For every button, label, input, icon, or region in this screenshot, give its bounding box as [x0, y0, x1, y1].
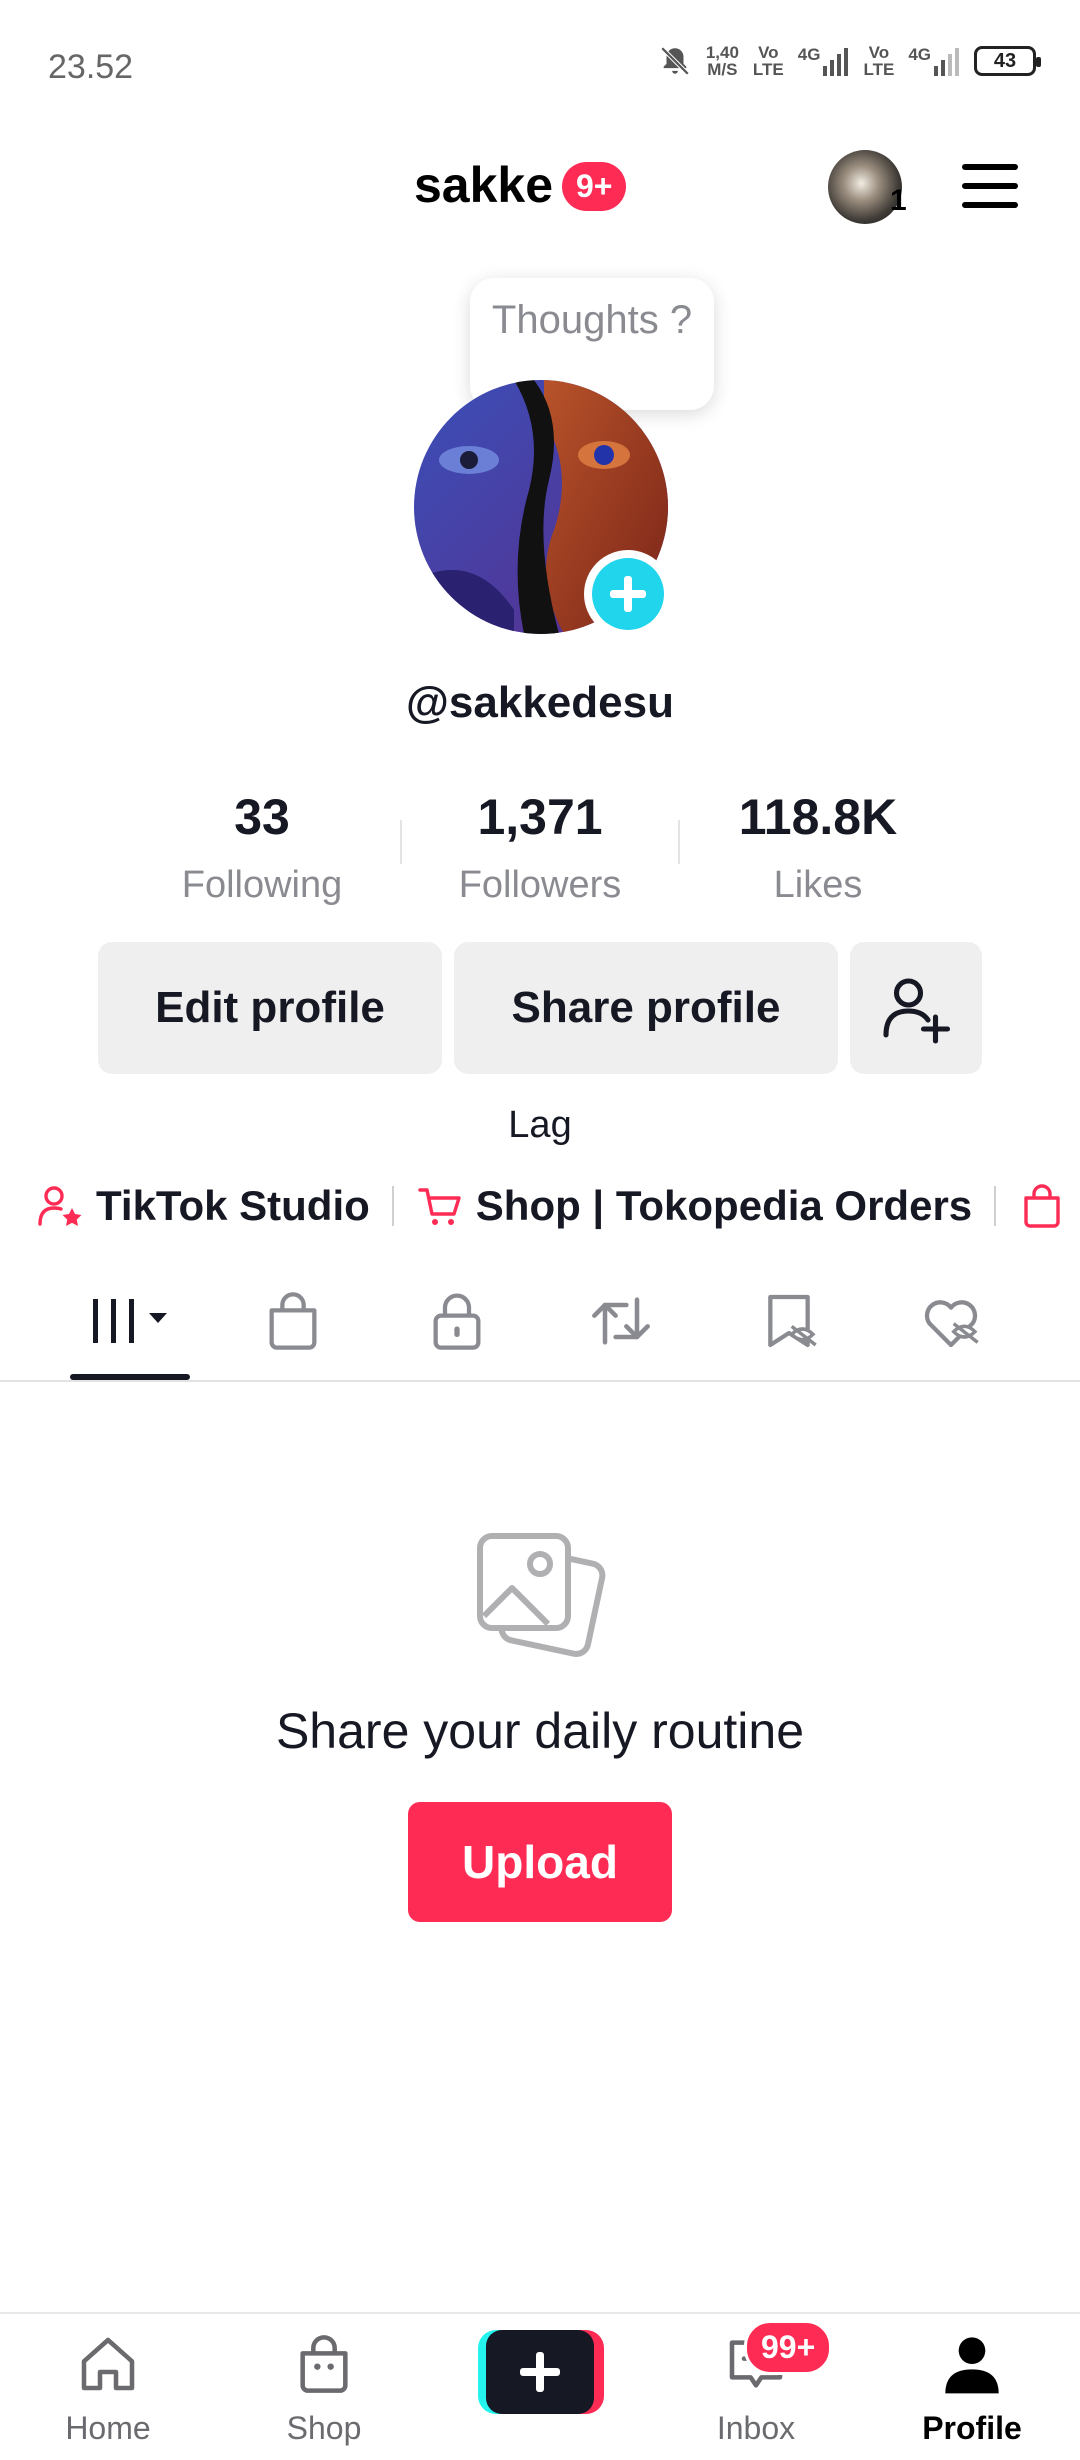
tiktok-studio-link[interactable]: TikTok Studio: [36, 1182, 370, 1230]
profile-content-tabs: [0, 1262, 1080, 1382]
videos-grid-icon: [93, 1299, 167, 1343]
add-story-button[interactable]: [584, 550, 672, 638]
stat-followers[interactable]: 1,371 Followers: [420, 788, 660, 907]
shop-bag-icon: [300, 2335, 348, 2393]
status-bar: 23.52 1,40 M/S Vo LTE 4G Vo LTE 4G 43: [0, 0, 1080, 120]
mute-notifications-icon: [660, 46, 690, 76]
share-profile-button[interactable]: Share profile: [454, 942, 838, 1074]
tab-favorites[interactable]: [724, 1262, 854, 1380]
cart-icon: [418, 1188, 461, 1225]
hidden-favorites-icon: [768, 1294, 817, 1348]
plus-icon: [592, 558, 664, 630]
tab-liked[interactable]: [886, 1262, 1016, 1380]
shop-bag-icon: [269, 1292, 317, 1350]
user-star-icon: [38, 1186, 82, 1226]
profile-links: TikTok Studio Shop | Tokopedia Orders: [36, 1176, 1066, 1236]
stat-divider: [400, 820, 402, 864]
tab-shop[interactable]: [228, 1262, 358, 1380]
photos-icon: [477, 1533, 606, 1657]
signal-2-icon: 4G: [908, 46, 960, 76]
home-icon: [81, 2337, 135, 2391]
create-button[interactable]: [478, 2330, 604, 2414]
nav-shop[interactable]: Shop: [234, 2314, 414, 2460]
battery-icon: 43: [974, 46, 1041, 76]
signal-1-icon: 4G: [798, 46, 850, 76]
network-speed: 1,40 M/S: [705, 43, 739, 79]
profile-handle: @sakkedesu: [406, 678, 674, 727]
stat-divider: [678, 820, 680, 864]
inbox-badge: 99+: [744, 2320, 833, 2375]
status-icons: 1,40 M/S Vo LTE 4G Vo LTE 4G 43: [658, 43, 1041, 79]
profile-header: sakke 9+ 1: [0, 140, 1080, 240]
status-time: 23.52: [48, 48, 134, 86]
profile-icon: [945, 2337, 999, 2394]
lock-icon: [433, 1293, 481, 1350]
profile-bio: Lag: [508, 1104, 572, 1146]
repost-icon: [592, 1297, 650, 1345]
empty-state-title: Share your daily routine: [275, 1703, 805, 1759]
upload-button[interactable]: Upload: [408, 1802, 672, 1922]
profile-stats: 33 Following 1,371 Followers 118.8K Like…: [0, 788, 1080, 908]
story-avatar-count: 1: [890, 184, 907, 217]
link-divider: [994, 1186, 997, 1226]
nav-profile[interactable]: Profile: [882, 2314, 1062, 2460]
notification-badge[interactable]: 9+: [562, 162, 627, 211]
volte-indicator-1: Vo LTE: [752, 43, 784, 79]
shop-orders-link[interactable]: Shop | Tokopedia Orders: [416, 1182, 972, 1230]
tiktok-studio-label: TikTok Studio: [96, 1182, 370, 1229]
active-tab-indicator: [70, 1374, 190, 1380]
add-friends-button[interactable]: [850, 942, 982, 1074]
stat-likes[interactable]: 118.8K Likes: [698, 788, 938, 907]
shop-bag-link[interactable]: [1018, 1182, 1066, 1230]
tab-reposts[interactable]: [556, 1262, 686, 1380]
nav-home[interactable]: Home: [18, 2314, 198, 2460]
stat-following[interactable]: 33 Following: [142, 788, 382, 907]
shop-orders-label: Shop | Tokopedia Orders: [475, 1182, 973, 1229]
hidden-liked-icon: [924, 1300, 979, 1348]
shopping-bag-icon: [1024, 1184, 1060, 1228]
tab-videos[interactable]: [66, 1262, 196, 1380]
add-user-icon: [883, 978, 951, 1044]
volte-indicator-2: Vo LTE: [863, 43, 895, 79]
tab-private[interactable]: [392, 1262, 522, 1380]
link-divider: [391, 1186, 394, 1226]
account-switcher-username[interactable]: sakke: [414, 156, 553, 214]
edit-profile-button[interactable]: Edit profile: [98, 942, 442, 1074]
menu-icon[interactable]: [962, 164, 1018, 208]
